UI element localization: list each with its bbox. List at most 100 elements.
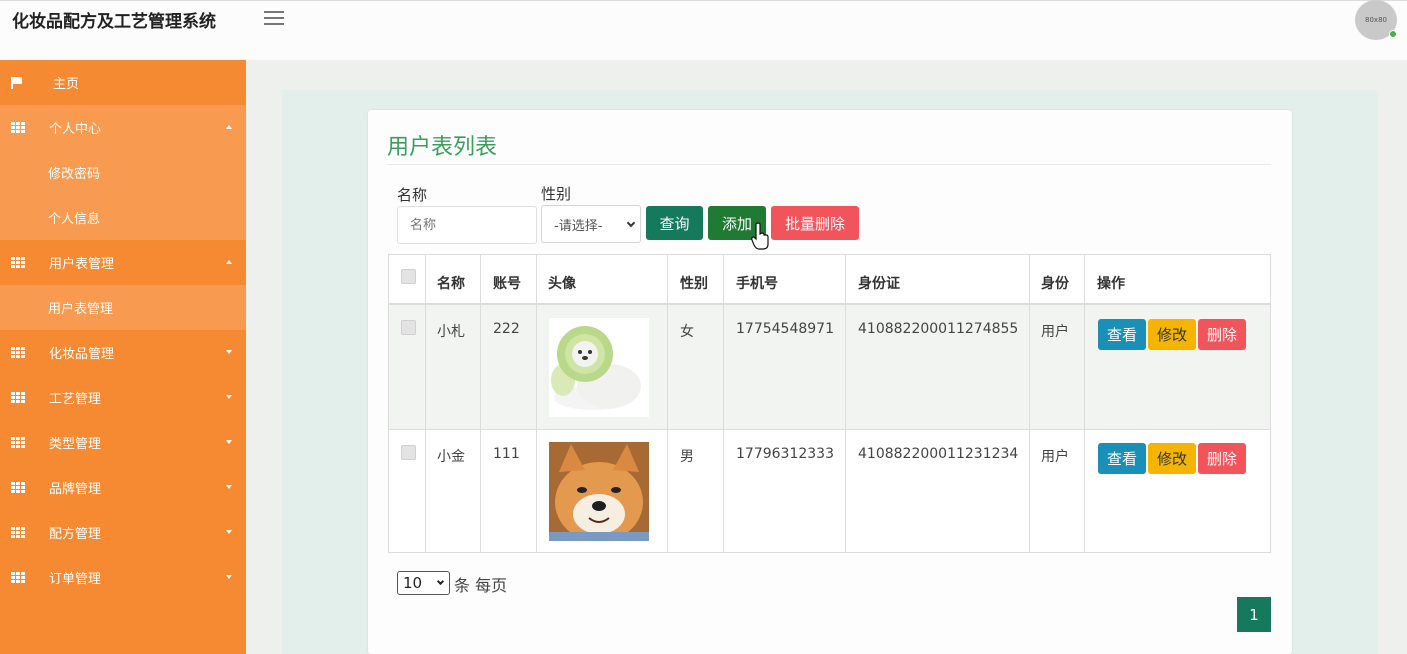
cell-name: 小札 [437, 324, 465, 340]
hand-cursor-icon [751, 222, 769, 250]
gender-select[interactable]: -请选择- [541, 205, 641, 243]
delete-button[interactable]: 删除 [1198, 443, 1246, 474]
sidebar-subitem-change-password[interactable]: 修改密码 [0, 150, 246, 195]
column-divider [1084, 255, 1085, 552]
sidebar-item-label: 主页 [53, 77, 80, 92]
column-divider [425, 255, 426, 552]
chevron-down-icon [436, 577, 445, 586]
grid-icon [11, 391, 25, 404]
sidebar-item-label: 个人中心 [49, 122, 102, 137]
top-header: 化妆品配方及工艺管理系统 [0, 0, 1407, 60]
grid-icon [11, 526, 25, 539]
cell-id-card: 410882200011231234 [858, 446, 1019, 462]
sidebar-item-cosmetics[interactable]: 化妆品管理 [0, 330, 246, 375]
page-size-select[interactable]: 10 [397, 571, 450, 595]
sidebar-item-label: 化妆品管理 [49, 347, 115, 362]
sidebar-item-label: 品牌管理 [49, 482, 102, 497]
grid-icon [11, 346, 25, 359]
header-gender: 性别 [680, 276, 708, 292]
edit-button[interactable]: 修改 [1148, 319, 1196, 350]
view-button[interactable]: 查看 [1098, 319, 1146, 350]
sidebar-item-type[interactable]: 类型管理 [0, 420, 246, 465]
gender-select-value: -请选择- [554, 218, 603, 234]
chevron-down-icon [226, 485, 232, 489]
table-row: 小金 111 男 17796312333 410882200011231234 … [389, 430, 1270, 553]
cell-role: 用户 [1041, 449, 1069, 465]
avatar-image [549, 318, 649, 417]
page-size-value: 10 [403, 574, 423, 592]
chevron-up-icon [226, 260, 232, 264]
header-phone: 手机号 [736, 276, 778, 292]
header-name: 名称 [437, 276, 465, 292]
batch-delete-button[interactable]: 批量删除 [771, 206, 859, 240]
column-divider [723, 255, 724, 552]
app-title: 化妆品配方及工艺管理系统 [12, 12, 216, 32]
cell-phone: 17796312333 [736, 446, 834, 462]
sidebar-item-home[interactable]: 主页 [0, 60, 246, 105]
row-checkbox[interactable] [401, 445, 416, 460]
sidebar-item-order[interactable]: 订单管理 [0, 555, 246, 600]
sidebar-item-user-management[interactable]: 用户表管理 [0, 240, 246, 285]
table-header-row: 名称 账号 头像 性别 手机号 身份证 身份 操作 [389, 255, 1270, 305]
sidebar-subitem-personal-info[interactable]: 个人信息 [0, 195, 246, 240]
chevron-down-icon [226, 395, 232, 399]
edit-button[interactable]: 修改 [1148, 443, 1196, 474]
divider [387, 164, 1271, 165]
sidebar-subitem-user-management[interactable]: 用户表管理 [0, 285, 246, 330]
header-avatar: 头像 [548, 276, 576, 292]
menu-toggle-icon[interactable] [264, 11, 284, 27]
cell-phone: 17754548971 [736, 321, 834, 337]
header-id-card: 身份证 [858, 276, 900, 292]
chevron-down-icon [226, 350, 232, 354]
cell-gender: 男 [680, 449, 694, 465]
table-row: 小札 222 女 17754548971 410882200011274855 [389, 305, 1270, 430]
chevron-down-icon [226, 575, 232, 579]
view-button[interactable]: 查看 [1098, 443, 1146, 474]
chevron-down-icon [226, 440, 232, 444]
sidebar-item-label: 类型管理 [49, 437, 102, 452]
column-divider [1029, 255, 1030, 552]
sidebar-item-label: 订单管理 [49, 572, 102, 587]
header-account: 账号 [493, 276, 521, 292]
grid-icon [11, 436, 25, 449]
header-actions: 操作 [1097, 276, 1125, 292]
per-page-label: 条 每页 [454, 576, 508, 595]
gender-filter-label: 性别 [541, 185, 572, 203]
select-all-checkbox[interactable] [401, 269, 416, 284]
sidebar-item-formula[interactable]: 配方管理 [0, 510, 246, 555]
cell-role: 用户 [1041, 324, 1069, 340]
delete-button[interactable]: 删除 [1198, 319, 1246, 350]
page-title: 用户表列表 [387, 135, 498, 160]
cell-account: 222 [493, 321, 520, 337]
cell-gender: 女 [680, 324, 694, 340]
cell-account: 111 [493, 446, 520, 462]
header-role: 身份 [1041, 276, 1069, 292]
column-divider [845, 255, 846, 552]
name-search-input[interactable] [397, 206, 537, 244]
sidebar-item-brand[interactable]: 品牌管理 [0, 465, 246, 510]
chevron-down-icon [626, 218, 636, 228]
sidebar-item-personal-center[interactable]: 个人中心 [0, 105, 246, 150]
column-divider [667, 255, 668, 552]
user-table: 名称 账号 头像 性别 手机号 身份证 身份 操作 小札 222 女 17754… [388, 254, 1271, 553]
sidebar: 主页 个人中心 修改密码 个人信息 用户表管理 用户表管理 化妆品管理 工艺管理… [0, 60, 246, 654]
cell-name: 小金 [437, 449, 465, 465]
page-button-current[interactable]: 1 [1237, 597, 1271, 632]
sidebar-item-label: 用户表管理 [49, 257, 115, 272]
query-button[interactable]: 查询 [646, 206, 703, 240]
grid-icon [11, 121, 25, 134]
user-list-card: 用户表列表 名称 性别 -请选择- 查询 添加 批量删除 名称 账号 头像 性别… [368, 110, 1292, 654]
row-checkbox[interactable] [401, 320, 416, 335]
flag-icon [11, 76, 23, 89]
column-divider [480, 255, 481, 552]
grid-icon [11, 481, 25, 494]
chevron-down-icon [226, 530, 232, 534]
grid-icon [11, 571, 25, 584]
sidebar-item-process[interactable]: 工艺管理 [0, 375, 246, 420]
cell-id-card: 410882200011274855 [858, 321, 1019, 337]
sidebar-item-label: 配方管理 [49, 527, 102, 542]
sidebar-item-label: 工艺管理 [49, 392, 102, 407]
online-status-dot [1389, 30, 1397, 38]
column-divider [536, 255, 537, 552]
grid-icon [11, 256, 25, 269]
